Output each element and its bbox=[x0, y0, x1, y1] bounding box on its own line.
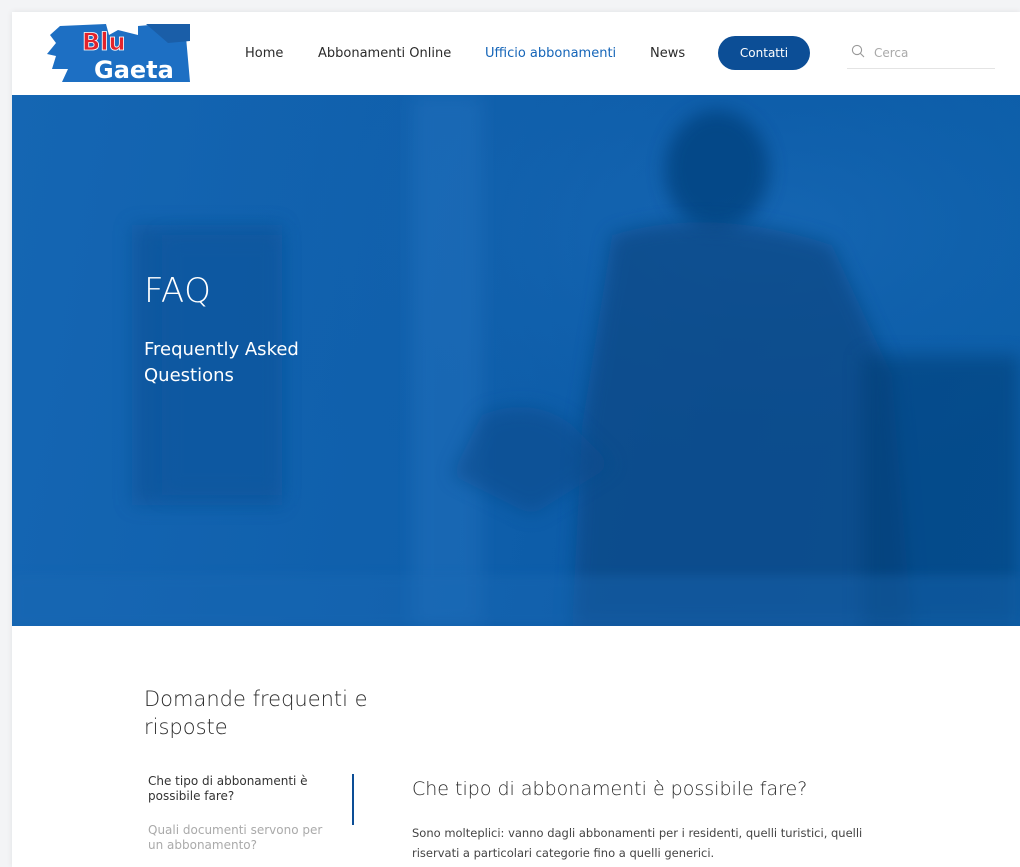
hero-title: FAQ bbox=[144, 271, 212, 311]
page: Blu Gaeta Home Abbonamenti Online Uffici… bbox=[12, 12, 1020, 867]
nav-ufficio-abbonamenti[interactable]: Ufficio abbonamenti bbox=[485, 46, 616, 61]
search-icon[interactable] bbox=[851, 44, 865, 58]
search-box[interactable] bbox=[847, 42, 995, 69]
nav-abbonamenti-online[interactable]: Abbonamenti Online bbox=[318, 46, 451, 61]
nav-news[interactable]: News bbox=[650, 46, 685, 61]
answer-title: Che tipo di abbonamenti è possibile fare… bbox=[412, 778, 808, 800]
hero-subtitle: Frequently Asked Questions bbox=[144, 339, 299, 386]
contatti-button[interactable]: Contatti bbox=[718, 36, 810, 70]
hero-banner: FAQ Frequently Asked Questions bbox=[12, 95, 1020, 626]
svg-text:Blu: Blu bbox=[82, 28, 126, 56]
blu-gaeta-logo[interactable]: Blu Gaeta bbox=[46, 23, 190, 83]
answer-body: Sono molteplici: vanno dagli abbonamenti… bbox=[412, 826, 863, 860]
active-question-indicator bbox=[352, 774, 354, 825]
faq-section-title: Domande frequenti e risposte bbox=[144, 687, 368, 739]
faq-question-list: Che tipo di abbonamenti è possibile fare… bbox=[148, 774, 354, 853]
svg-text:Gaeta: Gaeta bbox=[94, 56, 174, 83]
faq-question-item[interactable]: Che tipo di abbonamenti è possibile fare… bbox=[148, 774, 338, 804]
nav-home[interactable]: Home bbox=[245, 46, 283, 61]
faq-question-item[interactable]: Quali documenti servono per un abbonamen… bbox=[148, 823, 338, 853]
header: Blu Gaeta Home Abbonamenti Online Uffici… bbox=[12, 12, 1020, 95]
search-input[interactable] bbox=[874, 42, 989, 64]
